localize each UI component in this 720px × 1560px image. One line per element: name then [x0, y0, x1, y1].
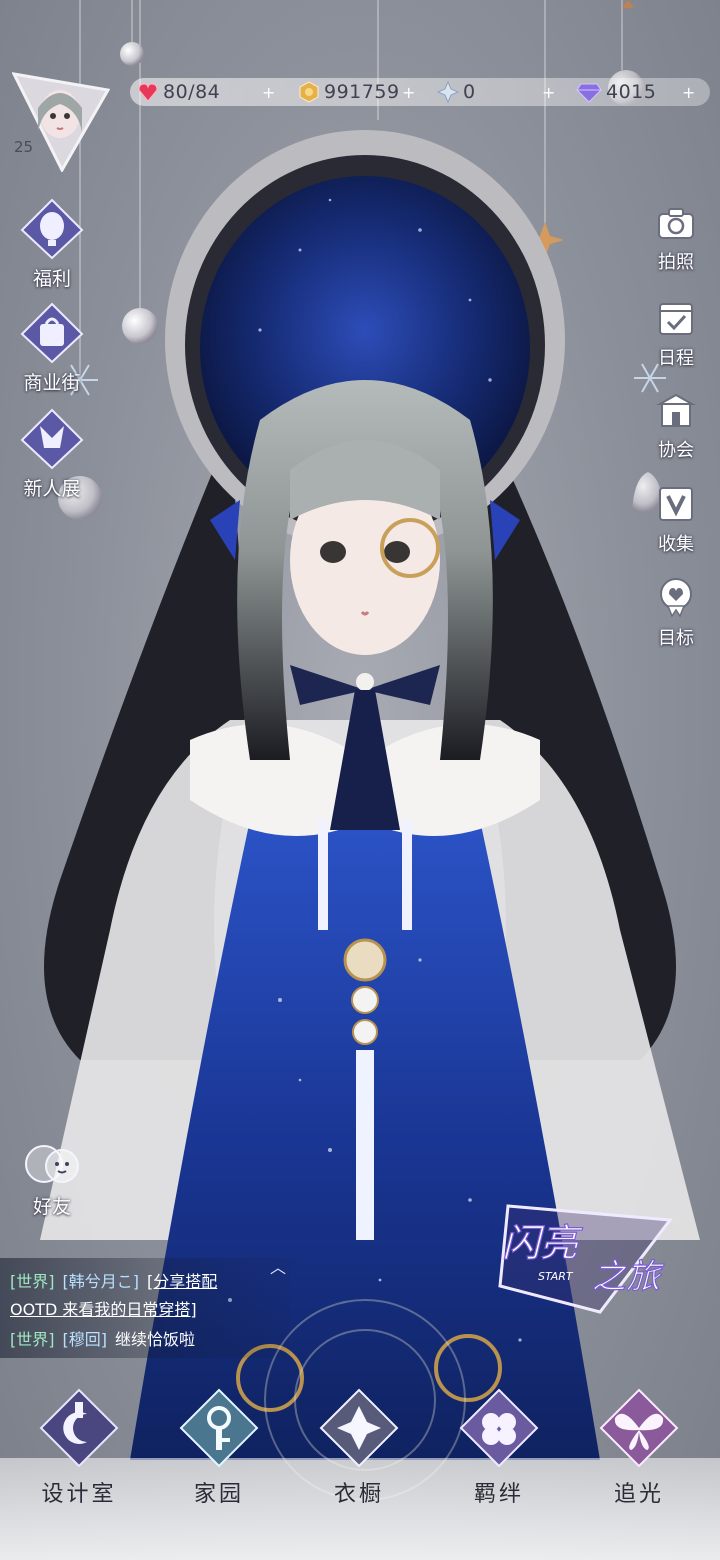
player-level: 25: [14, 138, 34, 156]
nav-wardrobe-label: 衣橱: [333, 1482, 384, 1507]
guild-building-icon: [656, 393, 696, 427]
heart-gem-icon: [138, 83, 158, 102]
banner-subtitle: START: [538, 1270, 574, 1283]
diamond-resource: 4015: [576, 78, 656, 106]
nav-bond-label: 羁绊: [473, 1482, 524, 1507]
balloon-icon: [20, 198, 84, 260]
nav-home-label: 家园: [193, 1482, 244, 1507]
target-badge-icon: [660, 578, 692, 618]
welfare-label: 福利: [32, 268, 71, 290]
chat-message[interactable]: [世界] [穆回] 继续恰饭啦: [10, 1326, 195, 1350]
shining-journey-event-banner[interactable]: 闪亮 之旅 START: [488, 1196, 678, 1316]
goal-label: 目标: [658, 628, 694, 649]
bond-clover-icon: [459, 1388, 539, 1468]
newcomer-show-button[interactable]: 新人展: [12, 408, 92, 501]
schedule-button[interactable]: 日程: [646, 298, 706, 370]
diamond-icon: [576, 83, 602, 103]
nav-design-studio[interactable]: 设计室: [24, 1388, 134, 1508]
friends-button[interactable]: 好友: [12, 1140, 92, 1219]
newcomer-show-label: 新人展: [23, 478, 81, 500]
association-button[interactable]: 协会: [646, 392, 706, 462]
photo-label: 拍照: [658, 252, 694, 273]
player-avatar[interactable]: [11, 72, 111, 174]
goal-button[interactable]: 目标: [646, 576, 706, 650]
nav-home[interactable]: 家园: [164, 1388, 274, 1508]
home-key-icon: [179, 1388, 259, 1468]
nav-wardrobe[interactable]: 衣橱: [304, 1388, 414, 1508]
stamina-resource: 80/84: [137, 78, 220, 106]
trophy-icon: [20, 408, 84, 470]
world-chat-panel[interactable]: ︿ [世界] [韩兮月こ] [分享搭配 OOTD 来看我的日常穿搭] [世界] [穆回…: [0, 1258, 290, 1358]
calendar-check-icon: [659, 303, 693, 335]
coin-value: 991759: [324, 81, 400, 103]
friends-label: 好友: [32, 1196, 71, 1218]
shopping-street-button[interactable]: 商业街: [12, 302, 92, 395]
friends-bubble-icon: [25, 1145, 79, 1183]
nav-bond[interactable]: 羁绊: [444, 1388, 554, 1508]
wardrobe-crystal-icon: [319, 1388, 399, 1468]
welfare-button[interactable]: 福利: [12, 198, 92, 291]
design-studio-icon: [39, 1388, 119, 1468]
banner-title-b: 之旅: [592, 1257, 665, 1297]
photo-button[interactable]: 拍照: [646, 206, 706, 274]
chevron-up-icon[interactable]: ︿: [270, 1254, 286, 1278]
shopping-street-label: 商业街: [23, 372, 81, 394]
collection-button[interactable]: 收集: [646, 484, 706, 556]
stamina-value: 80/84: [163, 81, 221, 103]
add-coins-button[interactable]: +: [402, 78, 415, 106]
nav-chase-light[interactable]: 追光: [584, 1388, 694, 1508]
add-diamonds-button[interactable]: +: [682, 78, 695, 106]
banner-title-a: 闪亮: [502, 1221, 583, 1265]
collection-v-icon: [659, 487, 693, 521]
chat-message-continued[interactable]: OOTD 来看我的日常穿搭]: [10, 1296, 197, 1320]
diamond-value: 4015: [606, 81, 657, 103]
camera-icon: [658, 208, 694, 239]
nav-chase-light-label: 追光: [613, 1482, 664, 1507]
coin-resource: 991759: [298, 78, 400, 106]
collection-label: 收集: [658, 534, 694, 555]
crystal-resource: 0: [437, 78, 476, 106]
association-label: 协会: [658, 440, 694, 461]
chat-message[interactable]: [世界] [韩兮月こ] [分享搭配: [10, 1268, 217, 1292]
crystal-flower-icon: [437, 81, 459, 103]
nav-design-studio-label: 设计室: [41, 1482, 117, 1507]
shopping-bag-icon: [20, 302, 84, 364]
butterfly-icon: [599, 1388, 679, 1468]
crystal-value: 0: [463, 81, 476, 103]
add-crystals-button[interactable]: +: [542, 78, 555, 106]
schedule-label: 日程: [658, 348, 694, 369]
add-stamina-button[interactable]: +: [262, 78, 275, 106]
coin-icon: [299, 81, 319, 103]
